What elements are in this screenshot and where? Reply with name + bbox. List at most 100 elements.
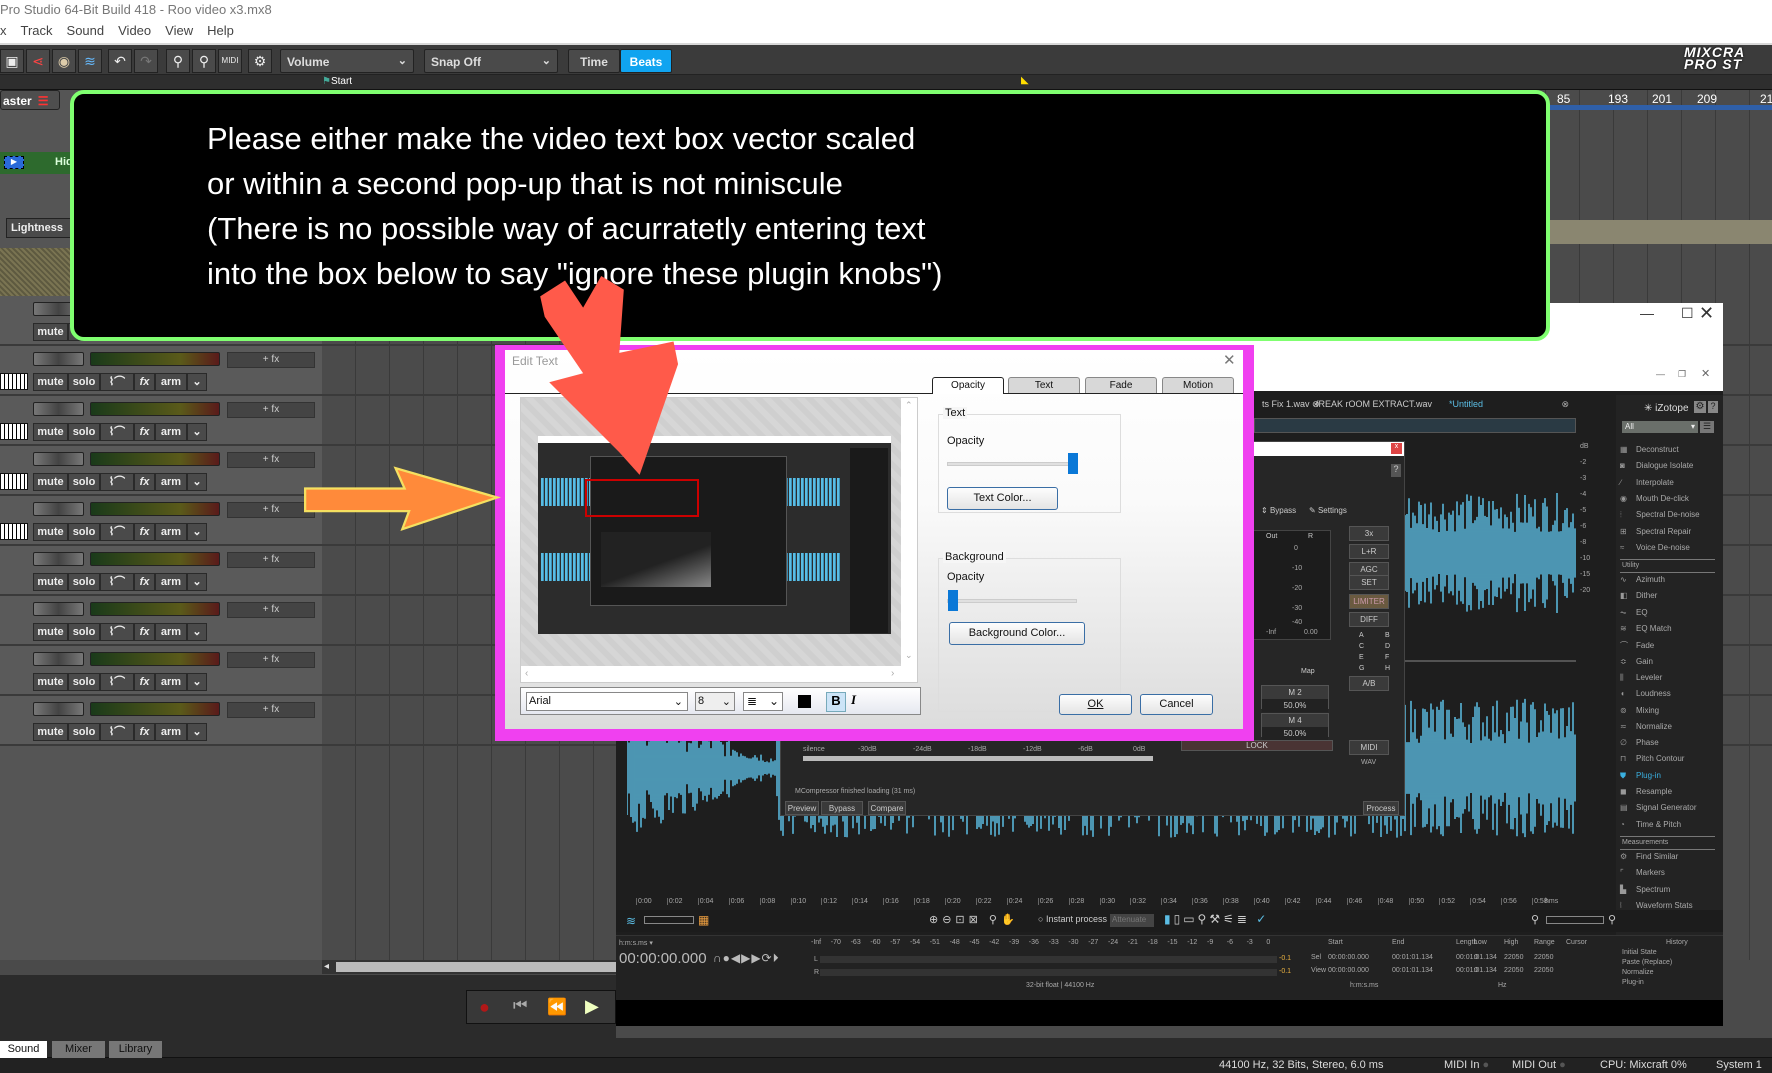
side-button[interactable]: 3x: [1349, 526, 1389, 541]
text-color-button[interactable]: Text Color...: [947, 487, 1058, 510]
volume-slider[interactable]: [90, 502, 220, 516]
cancel-button[interactable]: Cancel: [1140, 694, 1213, 715]
solo-button[interactable]: solo: [68, 373, 100, 391]
font-select[interactable]: Arial ⌄: [526, 692, 688, 711]
tab-mixer[interactable]: Mixer: [52, 1041, 105, 1058]
transport-controls-icon[interactable]: ∩●◀▶▶⟳⏵: [713, 951, 780, 966]
module-item[interactable]: ≎ Gain: [1620, 657, 1720, 673]
module-item[interactable]: ⊚ Mixing: [1620, 706, 1720, 722]
skip-start-icon[interactable]: ⏮: [513, 997, 527, 1015]
module-item[interactable]: ≈ Voice De-noise: [1620, 543, 1720, 559]
ok-button[interactable]: OK: [1059, 694, 1132, 715]
midi-icon[interactable]: MIDI: [218, 49, 242, 73]
close-tab-icon[interactable]: ⊗: [1561, 399, 1569, 410]
text-box-selection[interactable]: [585, 479, 699, 517]
restore-icon[interactable]: ❐: [1678, 369, 1686, 380]
file-tab[interactable]: ts Fix 1.wav ⊗: [1262, 399, 1320, 410]
arm-button[interactable]: arm: [155, 423, 187, 441]
pan-slider[interactable]: [33, 552, 84, 566]
pan-slider[interactable]: [33, 352, 84, 366]
module-item[interactable]: ⫼ Leveler: [1620, 673, 1720, 689]
fx-button[interactable]: fx: [134, 623, 155, 641]
close-icon[interactable]: ✕: [1699, 303, 1714, 324]
mute-button[interactable]: mute: [33, 323, 68, 341]
chevron-down-icon[interactable]: ⌄: [187, 473, 207, 491]
automation-envelope-icon[interactable]: ⌇⌒: [100, 723, 134, 741]
add-fx-button[interactable]: + fx: [227, 352, 315, 368]
module-item[interactable]: ⚙ Find Similar: [1620, 852, 1720, 868]
list-icon[interactable]: ☰: [1700, 421, 1714, 433]
tab-fade[interactable]: Fade: [1085, 377, 1157, 393]
time-button[interactable]: Time: [568, 49, 620, 73]
menu-view[interactable]: View: [165, 23, 193, 43]
bypass-button[interactable]: Bypass: [821, 801, 863, 815]
module-item[interactable]: ⛊ Plug-in: [1620, 771, 1720, 787]
mute-button[interactable]: mute: [33, 423, 68, 441]
solo-button[interactable]: solo: [68, 623, 100, 641]
chevron-down-icon[interactable]: ⌄: [187, 723, 207, 741]
undo-icon[interactable]: ↶: [108, 49, 132, 73]
module-item[interactable]: ⌜ Markers: [1620, 868, 1720, 884]
rewind-icon[interactable]: ⏪: [547, 997, 567, 1017]
pan-slider[interactable]: [33, 402, 84, 416]
preview-canvas[interactable]: [521, 398, 901, 666]
mute-button[interactable]: mute: [33, 473, 68, 491]
ab-button[interactable]: A/B: [1349, 676, 1389, 691]
cd-burn-icon[interactable]: ◉: [52, 49, 76, 73]
fx-button[interactable]: fx: [134, 523, 155, 541]
minimize-icon[interactable]: —: [1640, 305, 1654, 321]
overview-waveform[interactable]: [1254, 418, 1576, 433]
mute-button[interactable]: mute: [33, 673, 68, 691]
side-button[interactable]: LIMITER: [1349, 594, 1389, 609]
automation-envelope-icon[interactable]: ⌇⌒: [100, 573, 134, 591]
menu-video[interactable]: Video: [118, 23, 151, 43]
compare-button[interactable]: Compare: [868, 801, 906, 815]
history-item[interactable]: Paste (Replace): [1622, 959, 1672, 966]
pan-slider[interactable]: [33, 602, 84, 616]
macro-m2[interactable]: M 2 50.0%: [1261, 685, 1329, 712]
close-icon[interactable]: ✕: [1701, 367, 1710, 380]
zoom-out-icon[interactable]: ⚲: [1531, 913, 1539, 926]
automation-envelope-icon[interactable]: ⌇⌒: [100, 523, 134, 541]
module-item[interactable]: ∅ Phase: [1620, 738, 1720, 754]
fx-button[interactable]: fx: [134, 423, 155, 441]
tab-motion[interactable]: Motion: [1162, 377, 1234, 393]
waveform-spectrum-icon[interactable]: ≋: [626, 914, 636, 928]
module-item[interactable]: ◔ Time & Pitch: [1620, 820, 1720, 836]
volume-slider[interactable]: [90, 402, 220, 416]
scroll-up-icon[interactable]: ⌃: [905, 400, 913, 411]
zoom-out-icon[interactable]: ⚲: [192, 49, 216, 73]
history-item[interactable]: Plug-in: [1622, 979, 1644, 986]
close-icon[interactable]: x: [1391, 443, 1402, 454]
chevron-down-icon[interactable]: ⌄: [187, 373, 207, 391]
preview-button[interactable]: Preview: [785, 801, 819, 815]
automation-envelope-icon[interactable]: ⌇⌒: [100, 673, 134, 691]
preset-slot[interactable]: A: [1359, 632, 1364, 639]
side-button[interactable]: SET: [1349, 575, 1389, 590]
chevron-down-icon[interactable]: ⌄: [187, 673, 207, 691]
background-color-button[interactable]: Background Color...: [949, 622, 1085, 645]
gear-icon[interactable]: ⚙: [1694, 401, 1706, 413]
solo-button[interactable]: solo: [68, 423, 100, 441]
slider-thumb[interactable]: [948, 590, 958, 611]
tab-opacity[interactable]: Opacity: [932, 377, 1004, 394]
spectro-slider[interactable]: [644, 916, 694, 924]
threshold-slider[interactable]: [803, 756, 1153, 761]
scroll-down-icon[interactable]: ⌄: [905, 650, 913, 661]
fx-button[interactable]: fx: [134, 573, 155, 591]
preview-pane[interactable]: ⌃ ⌄ ‹ ›: [520, 397, 918, 683]
solo-button[interactable]: solo: [68, 673, 100, 691]
history-item[interactable]: Normalize: [1622, 969, 1654, 976]
close-icon[interactable]: ✕: [1223, 351, 1236, 369]
mute-button[interactable]: mute: [33, 373, 68, 391]
redo-icon[interactable]: ↷: [134, 49, 158, 73]
file-tab[interactable]: fREAK rOOM EXTRACT.wav: [1316, 399, 1441, 409]
automation-envelope-icon[interactable]: ⌇⌒: [100, 623, 134, 641]
lightness-select[interactable]: Lightness: [6, 218, 76, 238]
instant-process-toggle[interactable]: ○ Instant process: [1038, 914, 1107, 924]
scroll-left-icon[interactable]: ◂: [324, 961, 329, 972]
italic-toggle[interactable]: I: [851, 692, 865, 712]
history-item[interactable]: Initial State: [1622, 949, 1657, 956]
arm-button[interactable]: arm: [155, 623, 187, 641]
arm-button[interactable]: arm: [155, 473, 187, 491]
